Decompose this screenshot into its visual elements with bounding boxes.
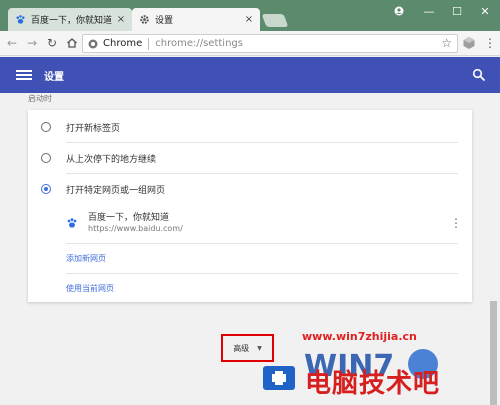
tab-close-icon[interactable]: × — [244, 14, 254, 25]
home-icon[interactable] — [64, 35, 80, 51]
startup-site-entry: 百度一下，你就知道 https://www.baidu.com/ ⋮ — [66, 207, 462, 241]
radio-button[interactable] — [41, 122, 51, 132]
site-more-icon[interactable]: ⋮ — [450, 216, 462, 230]
profile-icon[interactable] — [385, 0, 413, 22]
site-url: https://www.baidu.com/ — [88, 224, 183, 233]
new-tab-button[interactable] — [261, 14, 289, 27]
watermark-text: 电脑技术吧 — [305, 369, 441, 399]
scrollbar-thumb[interactable] — [490, 301, 497, 405]
browser-toolbar: ← → ↻ Chrome chrome://settings ☆ ⋮ — [0, 31, 500, 56]
radio-label: 打开新标签页 — [66, 123, 121, 134]
more-menu-icon[interactable]: ⋮ — [484, 36, 496, 50]
tab-settings[interactable]: 设置 × — [132, 8, 260, 31]
site-name: 百度一下，你就知道 — [88, 213, 170, 223]
bookmark-star-icon[interactable]: ☆ — [441, 36, 452, 50]
tab-baidu[interactable]: 百度一下，你就知道 × — [8, 8, 132, 31]
baidu-paw-icon — [66, 217, 78, 229]
tab-title: 设置 — [155, 16, 174, 26]
gear-icon — [138, 14, 150, 26]
minimize-button[interactable]: — — [415, 0, 443, 22]
radio-label: 从上次停下的地方继续 — [66, 154, 157, 165]
section-label: 启动时 — [28, 94, 52, 103]
url-origin: Chrome — [103, 38, 143, 49]
address-bar[interactable]: Chrome chrome://settings ☆ — [82, 34, 458, 53]
hamburger-menu-icon[interactable] — [16, 68, 32, 82]
radio-label: 打开特定网页或一组网页 — [66, 185, 166, 196]
extension-icon[interactable] — [462, 36, 476, 50]
radio-button-checked[interactable] — [41, 184, 51, 194]
page-title: 设置 — [44, 71, 64, 83]
url-separator — [148, 37, 150, 50]
add-new-page-link[interactable]: 添加新网页 — [66, 253, 106, 264]
forward-icon[interactable]: → — [24, 35, 40, 51]
settings-content: 启动时 打开新标签页 从上次停下的地方继续 打开特定网页或一组网页 百度一下，你… — [0, 93, 488, 405]
maximize-button[interactable]: ☐ — [443, 0, 471, 22]
settings-header: 设置 — [0, 57, 500, 93]
tab-close-icon[interactable]: × — [116, 14, 126, 25]
url-text: chrome://settings — [155, 38, 243, 49]
back-icon[interactable]: ← — [4, 35, 20, 51]
tab-title: 百度一下，你就知道 — [31, 16, 113, 26]
divider — [66, 273, 458, 274]
advanced-label: 高级 — [233, 343, 250, 353]
tab-strip: 百度一下，你就知道 × 设置 × — ☐ ✕ — [0, 0, 500, 31]
divider — [66, 243, 458, 244]
startup-card: 打开新标签页 从上次停下的地方继续 打开特定网页或一组网页 百度一下，你就知道 … — [28, 110, 472, 302]
reload-icon[interactable]: ↻ — [44, 35, 60, 51]
radio-button[interactable] — [41, 153, 51, 163]
watermark-url: www.win7zhijia.cn — [302, 330, 417, 343]
chrome-secure-icon — [88, 39, 98, 49]
radio-option-specific-pages[interactable]: 打开特定网页或一组网页 — [28, 174, 472, 204]
radio-option-continue[interactable]: 从上次停下的地方继续 — [28, 143, 472, 173]
radio-option-new-tab[interactable]: 打开新标签页 — [28, 112, 472, 142]
close-window-button[interactable]: ✕ — [471, 0, 499, 22]
use-current-pages-link[interactable]: 使用当前网页 — [66, 283, 114, 294]
scrollbar[interactable] — [488, 93, 500, 405]
baidu-paw-icon — [14, 14, 26, 26]
search-icon[interactable] — [472, 68, 486, 82]
